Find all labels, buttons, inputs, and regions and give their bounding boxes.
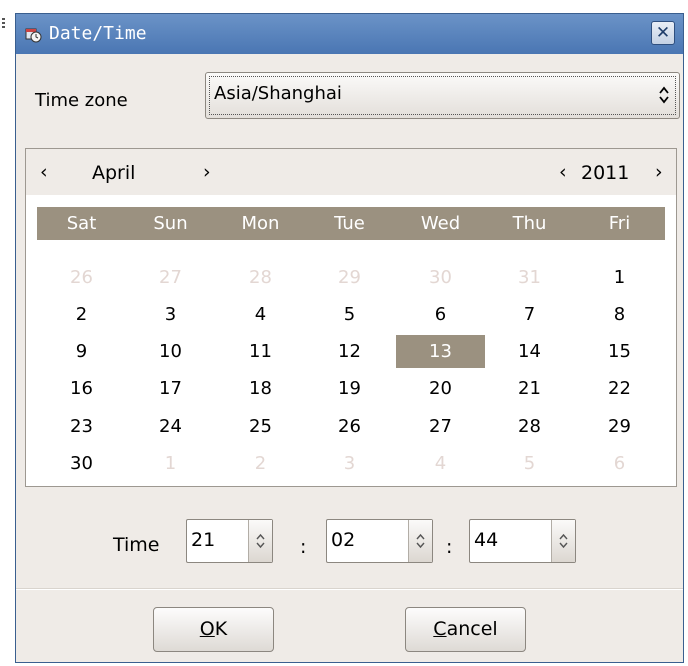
calendar-day[interactable]: 16: [37, 372, 126, 405]
minute-spin-buttons[interactable]: [408, 520, 432, 562]
calendar-day[interactable]: 26: [305, 410, 394, 443]
calendar-day-other-month[interactable]: 29: [305, 261, 394, 294]
calendar-day[interactable]: 15: [575, 335, 664, 368]
button-separator: [16, 588, 683, 590]
calendar-day[interactable]: 19: [305, 372, 394, 405]
weekday-label: Wed: [420, 213, 461, 234]
time-label: Time: [113, 534, 160, 556]
calendar-day-other-month[interactable]: 31: [485, 261, 574, 294]
weekday-header: Sat Sun Mon Tue Wed Thu Fri: [37, 207, 665, 240]
time-separator: :: [446, 536, 453, 558]
calendar-day-other-month[interactable]: 2: [216, 447, 305, 480]
second-spin-buttons[interactable]: [551, 520, 575, 562]
weekday-label: Thu: [512, 213, 547, 234]
calendar-day[interactable]: 27: [396, 410, 485, 443]
calendar-day-other-month[interactable]: 4: [396, 447, 485, 480]
hour-spinner[interactable]: 21: [186, 519, 273, 563]
minute-spinner[interactable]: 02: [326, 519, 433, 563]
window-title: Date/Time: [49, 23, 147, 44]
prev-year-button[interactable]: ‹: [559, 160, 567, 184]
calendar: ‹ April › ‹ 2011 › Sat Sun Mon Tue Wed T…: [25, 148, 677, 487]
calendar-day-other-month[interactable]: 3: [305, 447, 394, 480]
calendar-day[interactable]: 8: [575, 298, 664, 331]
calendar-day[interactable]: 7: [485, 298, 574, 331]
time-separator: :: [300, 536, 307, 558]
app-icon: [25, 28, 42, 43]
calendar-day[interactable]: 12: [305, 335, 394, 368]
close-button[interactable]: ✕: [651, 21, 675, 45]
weekday-label: Sat: [66, 213, 97, 234]
weekday-label: Fri: [608, 213, 631, 234]
hour-value: 21: [191, 529, 216, 551]
calendar-day[interactable]: 23: [37, 410, 126, 443]
calendar-day-other-month[interactable]: 28: [216, 261, 305, 294]
calendar-day-other-month[interactable]: 27: [126, 261, 215, 294]
calendar-day[interactable]: 10: [126, 335, 215, 368]
calendar-day[interactable]: 28: [485, 410, 574, 443]
calendar-day[interactable]: 25: [216, 410, 305, 443]
next-year-button[interactable]: ›: [655, 160, 663, 184]
cancel-button-label: Cancel: [433, 618, 498, 640]
calendar-day-selected[interactable]: 13: [396, 335, 485, 368]
up-down-arrows-icon: [559, 533, 568, 549]
calendar-day[interactable]: 22: [575, 372, 664, 405]
hour-spin-buttons[interactable]: [248, 520, 272, 562]
weekday-label: Tue: [334, 213, 365, 234]
calendar-day-other-month[interactable]: 26: [37, 261, 126, 294]
timezone-value: Asia/Shanghai: [214, 83, 342, 104]
up-down-arrows-icon: [416, 533, 425, 549]
timezone-select[interactable]: Asia/Shanghai: [205, 72, 680, 119]
ok-button-label: OK: [199, 618, 228, 640]
calendar-day[interactable]: 18: [216, 372, 305, 405]
calendar-day[interactable]: 17: [126, 372, 215, 405]
title-bar[interactable]: Date/Time ✕: [16, 14, 683, 54]
minute-value: 02: [331, 529, 356, 551]
calendar-day[interactable]: 9: [37, 335, 126, 368]
month-label: April: [92, 162, 136, 184]
date-time-dialog: Date/Time ✕ Time zone Asia/Shanghai ‹ Ap…: [15, 13, 684, 663]
calendar-day-other-month[interactable]: 6: [575, 447, 664, 480]
calendar-day[interactable]: 4: [216, 298, 305, 331]
calendar-day[interactable]: 24: [126, 410, 215, 443]
calendar-day[interactable]: 20: [396, 372, 485, 405]
calendar-header: ‹ April › ‹ 2011 ›: [26, 149, 676, 195]
calendar-day-other-month[interactable]: 1: [126, 447, 215, 480]
calendar-day[interactable]: 11: [216, 335, 305, 368]
calendar-day[interactable]: 5: [305, 298, 394, 331]
calendar-day[interactable]: 30: [37, 447, 126, 480]
second-value: 44: [474, 529, 499, 551]
close-icon: ✕: [655, 23, 671, 43]
calendar-day[interactable]: 21: [485, 372, 574, 405]
calendar-day[interactable]: 6: [396, 298, 485, 331]
ok-button[interactable]: OK: [153, 607, 274, 652]
weekday-label: Mon: [241, 213, 280, 234]
calendar-day[interactable]: 1: [575, 261, 664, 294]
timezone-label: Time zone: [35, 90, 128, 111]
calendar-day[interactable]: 2: [37, 298, 126, 331]
second-spinner[interactable]: 44: [469, 519, 576, 563]
year-label: 2011: [581, 162, 630, 184]
weekday-label: Sun: [153, 213, 188, 234]
drag-grip: [2, 18, 5, 30]
up-down-arrows-icon: [659, 86, 669, 104]
calendar-day[interactable]: 3: [126, 298, 215, 331]
calendar-day-other-month[interactable]: 5: [485, 447, 574, 480]
calendar-day-other-month[interactable]: 30: [396, 261, 485, 294]
prev-month-button[interactable]: ‹: [40, 160, 48, 184]
up-down-arrows-icon: [256, 533, 265, 549]
cancel-button[interactable]: Cancel: [405, 607, 526, 652]
calendar-day[interactable]: 14: [485, 335, 574, 368]
next-month-button[interactable]: ›: [203, 160, 211, 184]
calendar-day[interactable]: 29: [575, 410, 664, 443]
